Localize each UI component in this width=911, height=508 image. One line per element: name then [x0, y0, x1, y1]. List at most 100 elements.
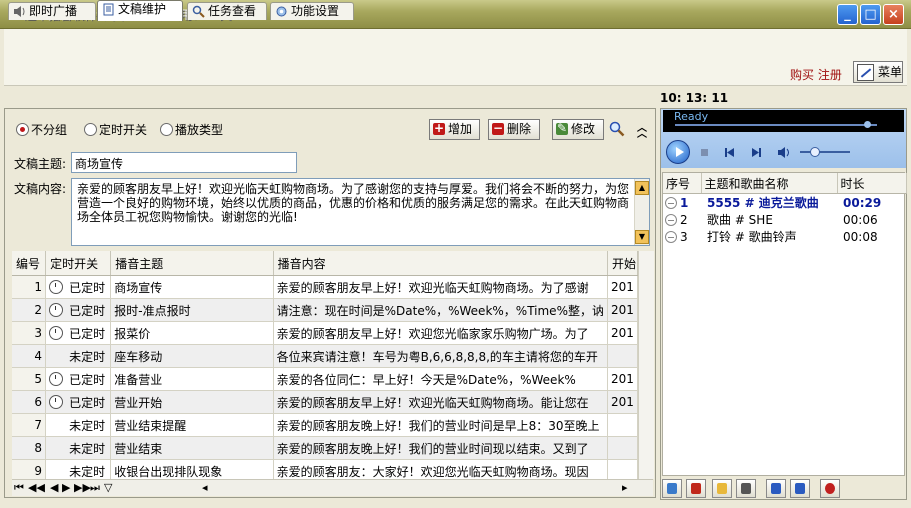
- table-row[interactable]: 1 已定时 商场宣传 亲爱的顾客朋友早上好！欢迎光临天虹购物商场。为了感谢 201: [12, 275, 638, 299]
- folder-icon: [717, 483, 727, 494]
- track-icon: [665, 213, 677, 226]
- playlist-row[interactable]: 1 5555 # 迪克兰歌曲 00:29: [663, 194, 906, 212]
- volume-knob[interactable]: [810, 147, 820, 157]
- cell-subject: 营业开始: [110, 390, 274, 414]
- cell-id: 6: [12, 390, 47, 414]
- filter-icon[interactable]: ▽: [104, 481, 112, 494]
- tab-instant-broadcast[interactable]: 即时广播: [8, 2, 96, 20]
- clock-icon: [825, 483, 835, 494]
- cell-content: 亲爱的顾客朋友晚上好！我们的营业时间现以结束。又到了: [273, 436, 608, 460]
- tab-function-settings[interactable]: 功能设置: [270, 2, 354, 20]
- gear-icon: [276, 6, 287, 17]
- volume-slider[interactable]: [800, 151, 850, 153]
- delete-button[interactable]: − 删除: [488, 119, 540, 140]
- minimize-button[interactable]: _: [837, 4, 858, 25]
- timer-button[interactable]: [820, 479, 840, 498]
- column-header[interactable]: 播音内容: [273, 251, 608, 276]
- maximize-button[interactable]: □: [860, 4, 881, 25]
- search-icon[interactable]: [609, 121, 625, 137]
- cell-start: [607, 344, 638, 368]
- add-song-button[interactable]: [662, 479, 682, 498]
- subject-input[interactable]: 商场宣传: [71, 152, 297, 173]
- edit-button[interactable]: ✎ 修改: [552, 119, 604, 140]
- player-status: Ready: [674, 110, 709, 123]
- column-header[interactable]: 时长: [837, 173, 907, 194]
- playlist-row[interactable]: 3 打铃 # 歌曲铃声 00:08: [663, 228, 906, 245]
- next-page-icon[interactable]: ▶▶: [74, 481, 91, 494]
- clear-list-button[interactable]: [736, 479, 756, 498]
- table-row[interactable]: 6 已定时 营业开始 亲爱的顾客朋友早上好！欢迎光临天虹购物商场。能让您在 201: [12, 390, 638, 414]
- playlist-row[interactable]: 2 歌曲 # SHE 00:06: [663, 211, 906, 228]
- cell-content: 亲爱的顾客朋友早上好！欢迎光临天虹购物商场。能让您在: [273, 390, 608, 414]
- scroll-up-icon[interactable]: ▲: [635, 181, 649, 195]
- next-record-icon[interactable]: ▶: [62, 481, 70, 494]
- menu-button[interactable]: 菜单: [853, 61, 903, 83]
- add-music-icon: [667, 483, 677, 494]
- content-textarea[interactable]: 亲爱的顾客朋友早上好！欢迎光临天虹购物商场。为了感谢您的支持与厚爱。我们将会不断…: [71, 178, 650, 246]
- playlist-cell-name: 歌曲 # SHE: [707, 213, 773, 227]
- grid-navigator: ⏮ ◀◀ ◀ ▶ ▶▶ ⏭ ▽ ◂ ▸: [12, 479, 653, 496]
- playlist-table: 序号 主题和歌曲名称 时长 1 5555 # 迪克兰歌曲 00:29 2 歌曲 # SH…: [663, 173, 907, 245]
- filter-radio-play-type[interactable]: 播放类型: [160, 121, 223, 138]
- table-row[interactable]: 5 已定时 准备营业 亲爱的各位同仁：早上好！今天是%Date%，%Week% 201: [12, 367, 638, 391]
- volume-icon[interactable]: [777, 147, 791, 158]
- column-header[interactable]: 序号: [663, 173, 702, 194]
- remove-song-button[interactable]: [686, 479, 706, 498]
- scroll-left-icon[interactable]: ◂: [202, 481, 208, 494]
- add-button[interactable]: + 增加: [429, 119, 480, 140]
- column-header[interactable]: 定时开关: [45, 251, 112, 276]
- move-up-button[interactable]: [766, 479, 786, 498]
- play-button[interactable]: [666, 140, 690, 164]
- playlist-toolbar: [662, 478, 905, 498]
- table-row[interactable]: 7 未定时 营业结束提醒 亲爱的顾客朋友晚上好！我们的营业时间是早上8：30至晚上: [12, 413, 638, 437]
- next-track-icon[interactable]: [751, 147, 762, 158]
- column-header[interactable]: 开始: [607, 251, 638, 276]
- move-down-button[interactable]: [790, 479, 810, 498]
- table-row[interactable]: 8 未定时 营业结束 亲爱的顾客朋友晚上好！我们的营业时间现以结束。又到了: [12, 436, 638, 460]
- tab-document-maintenance[interactable]: 文稿维护: [97, 0, 183, 21]
- filter-radio-timed[interactable]: 定时开关: [84, 121, 147, 138]
- column-header[interactable]: 播音主题: [110, 251, 274, 276]
- close-button[interactable]: ×: [883, 4, 904, 25]
- playlist-header: 序号 主题和歌曲名称 时长: [663, 173, 907, 194]
- cell-timed: 已定时: [45, 321, 112, 345]
- tab-task-view[interactable]: 任务查看: [187, 2, 267, 20]
- buy-register-link[interactable]: 购买 注册: [790, 66, 842, 83]
- seek-bar[interactable]: [675, 124, 877, 126]
- table-row[interactable]: 9 未定时 收银台出现排队现象 亲爱的顾客朋友：大家好！欢迎您光临天虹购物商场。现因: [12, 459, 638, 479]
- stop-icon[interactable]: [699, 147, 710, 158]
- cell-content: 亲爱的顾客朋友早上好！欢迎光临天虹购物商场。为了感谢: [273, 275, 608, 299]
- filter-radio-no-group[interactable]: 不分组: [16, 121, 67, 138]
- prev-page-icon[interactable]: ◀◀: [28, 481, 45, 494]
- cell-subject: 商场宣传: [110, 275, 274, 299]
- clock-icon: [49, 371, 64, 386]
- cell-timed: 未定时: [45, 344, 112, 368]
- cell-subject: 准备营业: [110, 367, 274, 391]
- column-header[interactable]: 编号: [12, 251, 47, 276]
- cell-id: 7: [12, 413, 47, 437]
- previous-track-icon[interactable]: [724, 147, 735, 158]
- seek-knob[interactable]: [863, 121, 871, 128]
- cell-id: 5: [12, 367, 47, 391]
- prev-record-icon[interactable]: ◀: [50, 481, 58, 494]
- add-folder-button[interactable]: [712, 479, 732, 498]
- column-header[interactable]: 主题和歌曲名称: [701, 173, 838, 194]
- first-record-icon[interactable]: ⏮: [14, 481, 24, 495]
- collapse-icon[interactable]: ︿ ︿: [637, 124, 647, 140]
- scroll-right-icon[interactable]: ▸: [622, 481, 628, 494]
- table-row[interactable]: 4 未定时 座车移动 各位来宾请注意！车号为粤B,6,6,8,8,8,的车主请将您的车…: [12, 344, 638, 368]
- cell-timed: 未定时: [45, 436, 112, 460]
- cell-id: 8: [12, 436, 47, 460]
- table-row[interactable]: 2 已定时 报时-准点报时 请注意：现在时间是%Date%，%Week%，%Time%…: [12, 298, 638, 322]
- scroll-down-icon[interactable]: ▼: [635, 230, 649, 244]
- tab-label: 文稿维护: [118, 2, 167, 16]
- clock-icon: [49, 441, 63, 455]
- grid-scrollbar[interactable]: [638, 251, 654, 479]
- last-record-icon[interactable]: ⏭: [90, 481, 100, 495]
- table-row[interactable]: 3 已定时 报菜价 亲爱的顾客朋友早上好！欢迎您光临家家乐购物广场。为了 201: [12, 321, 638, 345]
- cell-id: 4: [12, 344, 47, 368]
- cell-timed: 已定时: [45, 390, 112, 414]
- cell-subject: 营业结束: [110, 436, 274, 460]
- minus-icon: −: [492, 121, 504, 135]
- clock-icon: [49, 349, 63, 363]
